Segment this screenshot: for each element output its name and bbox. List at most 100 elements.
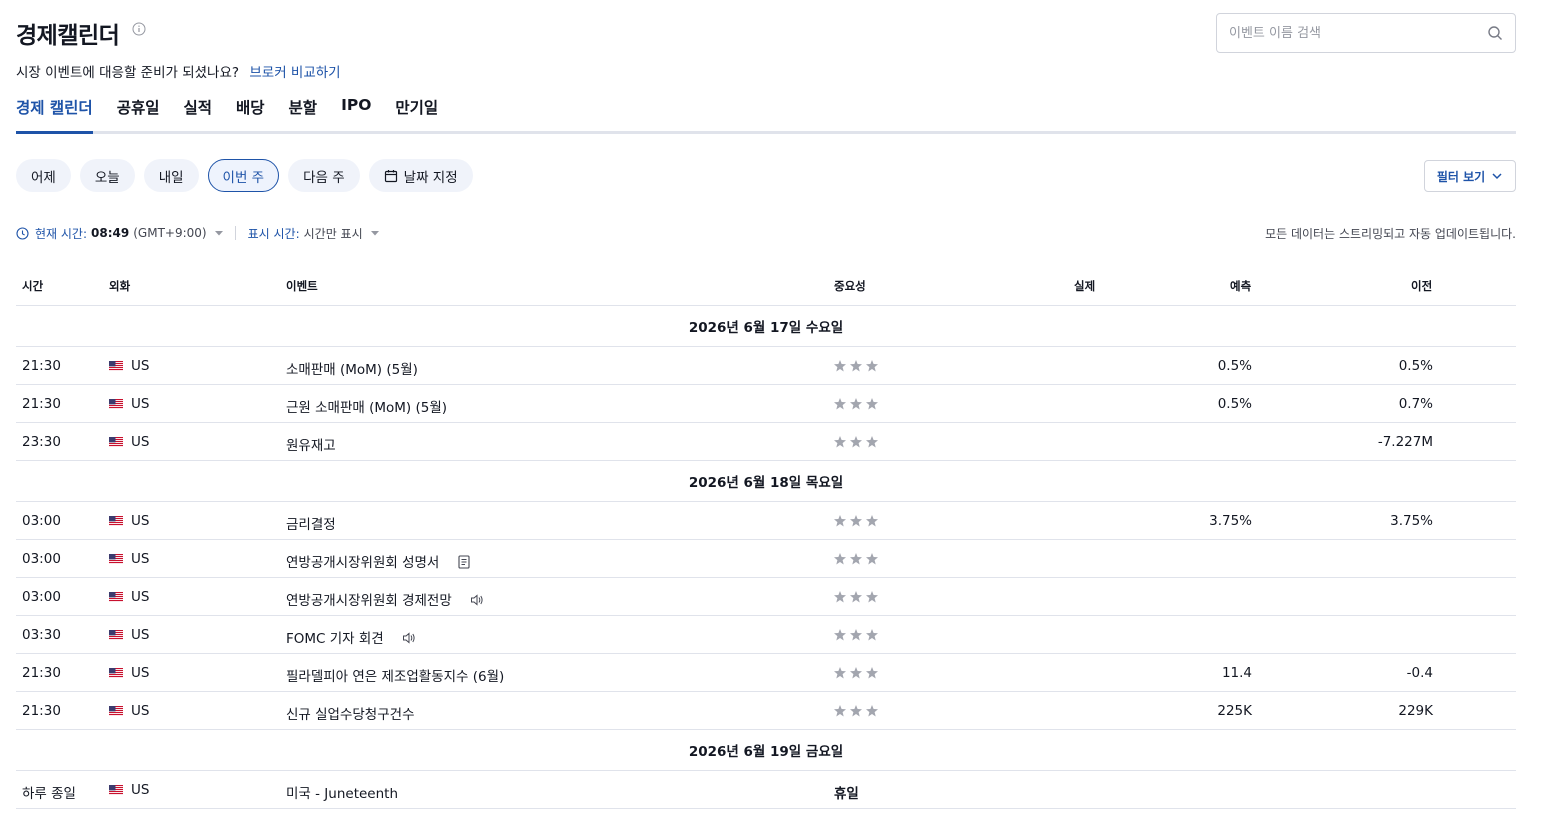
subtitle: 시장 이벤트에 대응할 준비가 되셨나요? 브로커 비교하기 [16, 61, 341, 81]
compare-brokers-link[interactable]: 브로커 비교하기 [249, 65, 340, 81]
col-actual[interactable]: 실제 [1074, 278, 1095, 294]
range-today-button[interactable]: 오늘 [79, 159, 135, 192]
caret-down-icon[interactable] [370, 229, 379, 237]
table-row[interactable]: 21:30 US 신규 실업수당청구건수 225K 229K [16, 692, 1516, 730]
holiday-label: 휴일 [834, 786, 859, 802]
importance-stars-icon [834, 360, 878, 372]
event-name-cell[interactable]: 금리결정 [286, 513, 336, 533]
custom-date-label: 날짜 지정 [403, 169, 458, 186]
table-row[interactable]: 03:00 US 금리결정 3.75% 3.75% [16, 502, 1516, 540]
calendar-icon [384, 169, 397, 182]
event-previous: -0.4 [1406, 665, 1433, 681]
table-header: 시간 외화 이벤트 중요성 실제 예측 이전 [16, 266, 1516, 306]
event-name-cell[interactable]: 미국 - Juneteenth [286, 782, 398, 802]
event-name[interactable]: 필라델피아 연은 제조업활동지수 (6월) [286, 669, 504, 685]
tab-expiry[interactable]: 만기일 [395, 96, 438, 134]
importance-stars-icon [834, 629, 878, 641]
caret-down-icon[interactable] [214, 229, 223, 237]
event-name-cell[interactable]: 근원 소매판매 (MoM) (5월) [286, 396, 447, 416]
date-group-header: 2026년 6월 18일 목요일 [16, 461, 1516, 502]
event-forecast: 3.75% [1209, 513, 1252, 529]
table-row[interactable]: 하루 종일 US 미국 - Juneteenth 휴일 [16, 771, 1516, 809]
document-icon[interactable] [457, 555, 471, 569]
date-group-header: 2026년 6월 17일 수요일 [16, 306, 1516, 347]
search-input[interactable] [1229, 25, 1487, 41]
event-name[interactable]: 원유재고 [286, 438, 336, 454]
col-event[interactable]: 이벤트 [286, 278, 318, 294]
tab-ipo[interactable]: IPO [341, 96, 371, 134]
event-forecast: 0.5% [1217, 358, 1252, 374]
date-range-selector: 어제 오늘 내일 이번 주 다음 주 날짜 지정 [16, 159, 473, 192]
search-box[interactable] [1216, 13, 1516, 53]
col-currency[interactable]: 외화 [109, 278, 130, 294]
importance-stars-icon [834, 436, 878, 448]
tab-holidays[interactable]: 공휴일 [117, 96, 160, 134]
event-name-cell[interactable]: 연방공개시장위원회 성명서 [286, 551, 471, 571]
event-previous: 3.75% [1390, 513, 1433, 529]
range-this-week-button[interactable]: 이번 주 [207, 159, 280, 192]
event-time: 03:00 [22, 551, 61, 567]
current-time-value: 08:49 [91, 226, 130, 240]
divider [234, 226, 236, 240]
us-flag-icon [109, 361, 123, 371]
event-name-cell[interactable]: 연방공개시장위원회 경제전망 [286, 589, 484, 609]
filter-button[interactable]: 필터 보기 [1424, 160, 1516, 192]
display-time-value[interactable]: 시간만 표시 [304, 225, 363, 242]
event-name-cell[interactable]: 신규 실업수당청구건수 [286, 703, 415, 723]
speaker-icon[interactable] [402, 631, 416, 645]
event-name[interactable]: FOMC 기자 회견 [286, 631, 384, 647]
us-flag-icon [109, 706, 123, 716]
event-name[interactable]: 신규 실업수당청구건수 [286, 707, 415, 723]
event-currency: US [131, 396, 150, 412]
event-previous: -7.227M [1377, 434, 1433, 450]
event-name[interactable]: 금리결정 [286, 517, 336, 533]
range-tomorrow-button[interactable]: 내일 [143, 159, 199, 192]
event-currency: US [131, 782, 150, 798]
event-name-cell[interactable]: 필라델피아 연은 제조업활동지수 (6월) [286, 665, 504, 685]
event-name[interactable]: 연방공개시장위원회 경제전망 [286, 593, 452, 609]
col-importance[interactable]: 중요성 [834, 278, 866, 294]
event-forecast: 225K [1217, 703, 1252, 719]
range-yesterday-button[interactable]: 어제 [16, 159, 71, 192]
table-row[interactable]: 23:30 US 원유재고 -7.227M [16, 423, 1516, 461]
importance-stars-icon [834, 553, 878, 565]
event-previous: 0.5% [1398, 358, 1433, 374]
event-currency: US [131, 358, 150, 374]
event-name[interactable]: 연방공개시장위원회 성명서 [286, 555, 439, 571]
tab-splits[interactable]: 분할 [289, 96, 318, 134]
col-previous[interactable]: 이전 [1411, 278, 1432, 294]
table-row[interactable]: 21:30 US 근원 소매판매 (MoM) (5월) 0.5% 0.7% [16, 385, 1516, 423]
date-group-header: 2026년 6월 19일 금요일 [16, 730, 1516, 771]
us-flag-icon [109, 592, 123, 602]
event-name-cell[interactable]: FOMC 기자 회견 [286, 627, 416, 647]
tab-economic-calendar[interactable]: 경제 캘린더 [16, 96, 93, 134]
event-name[interactable]: 소매판매 (MoM) (5월) [286, 362, 418, 378]
event-name[interactable]: 근원 소매판매 (MoM) (5월) [286, 400, 447, 416]
event-forecast: 11.4 [1221, 665, 1252, 681]
timezone-value[interactable]: (GMT+9:00) [133, 226, 206, 240]
time-bar: 현재 시간: 08:49 (GMT+9:00) 표시 시간: 시간만 표시 모든… [16, 224, 1516, 242]
clock-icon [16, 226, 29, 240]
search-icon[interactable] [1487, 25, 1503, 41]
speaker-icon[interactable] [470, 593, 484, 607]
table-row[interactable]: 03:30 US FOMC 기자 회견 [16, 616, 1516, 654]
range-next-week-button[interactable]: 다음 주 [288, 159, 360, 192]
table-row[interactable]: 03:00 US 연방공개시장위원회 성명서 [16, 540, 1516, 578]
event-currency: US [131, 627, 150, 643]
tab-earnings[interactable]: 실적 [183, 96, 212, 134]
col-forecast[interactable]: 예측 [1230, 278, 1251, 294]
importance-stars-icon [834, 667, 878, 679]
info-icon[interactable] [132, 22, 146, 36]
table-row[interactable]: 03:00 US 연방공개시장위원회 경제전망 [16, 578, 1516, 616]
table-row[interactable]: 21:30 US 필라델피아 연은 제조업활동지수 (6월) 11.4 -0.4 [16, 654, 1516, 692]
tab-dividends[interactable]: 배당 [236, 96, 265, 134]
event-name-cell[interactable]: 원유재고 [286, 434, 336, 454]
event-name-cell[interactable]: 소매판매 (MoM) (5월) [286, 358, 418, 378]
event-time: 03:30 [22, 627, 61, 643]
importance-stars-icon [834, 705, 878, 717]
col-time[interactable]: 시간 [22, 278, 43, 294]
event-name[interactable]: 미국 - Juneteenth [286, 786, 398, 802]
event-currency: US [131, 703, 150, 719]
range-custom-date-button[interactable]: 날짜 지정 [368, 159, 473, 192]
table-row[interactable]: 21:30 US 소매판매 (MoM) (5월) 0.5% 0.5% [16, 347, 1516, 385]
